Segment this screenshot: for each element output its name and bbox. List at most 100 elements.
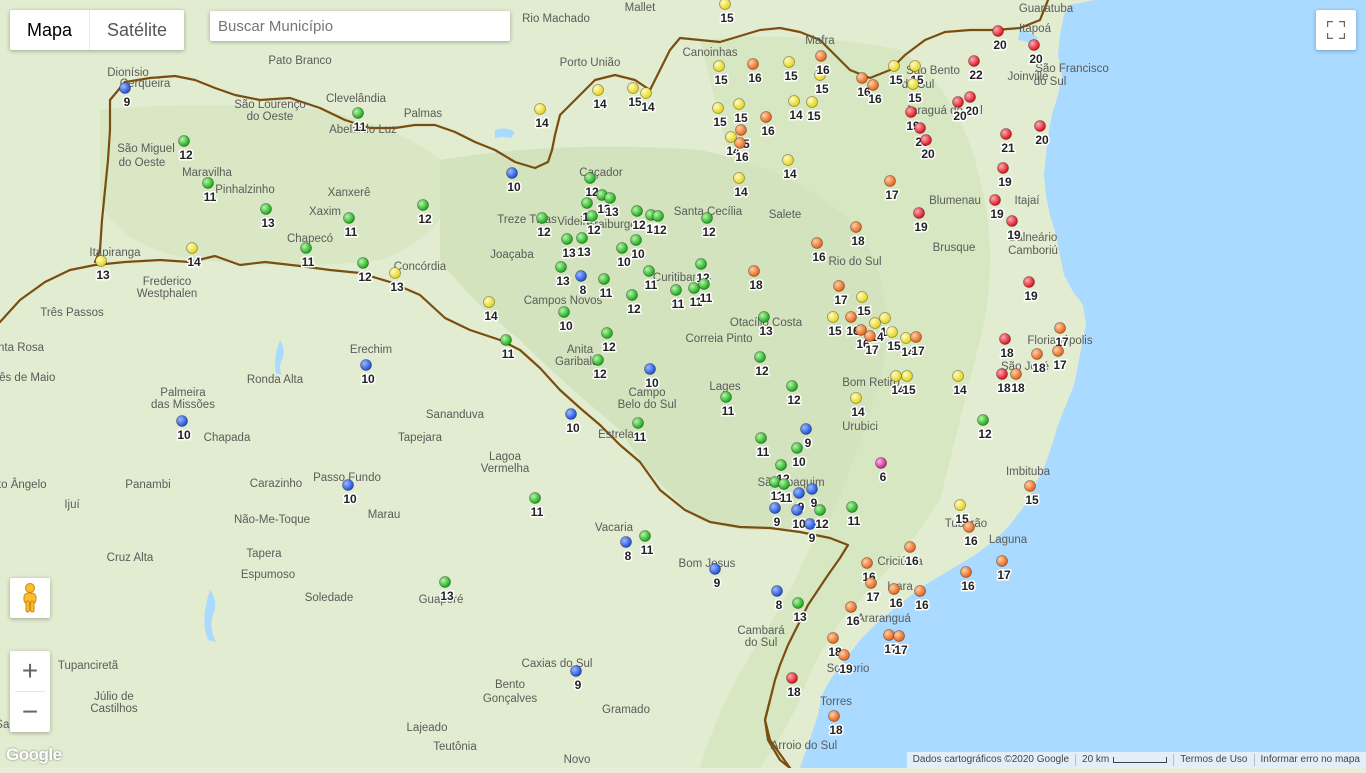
station-dot-green[interactable] xyxy=(755,352,766,363)
station-dot-orange[interactable] xyxy=(828,633,839,644)
station-dot-red[interactable] xyxy=(1035,121,1046,132)
station-dot-green[interactable] xyxy=(847,502,858,513)
station-dot-orange[interactable] xyxy=(885,176,896,187)
station-dot-orange[interactable] xyxy=(846,312,857,323)
station-dot-green[interactable] xyxy=(699,279,710,290)
station-dot-blue[interactable] xyxy=(792,505,803,516)
station-dot-green[interactable] xyxy=(721,392,732,403)
station-dot-green[interactable] xyxy=(261,204,272,215)
station-dot-green[interactable] xyxy=(627,290,638,301)
station-dot-green[interactable] xyxy=(203,178,214,189)
station-dot-yellow[interactable] xyxy=(828,312,839,323)
station-dot-orange[interactable] xyxy=(905,542,916,553)
station-dot-green[interactable] xyxy=(344,213,355,224)
station-dot-green[interactable] xyxy=(599,274,610,285)
station-dot-yellow[interactable] xyxy=(734,99,745,110)
station-dot-red[interactable] xyxy=(906,107,917,118)
station-dot-green[interactable] xyxy=(696,259,707,270)
station-dot-green[interactable] xyxy=(776,460,787,471)
station-dot-orange[interactable] xyxy=(1032,349,1043,360)
station-dot-orange[interactable] xyxy=(748,59,759,70)
station-dot-blue[interactable] xyxy=(576,271,587,282)
station-dot-green[interactable] xyxy=(587,211,598,222)
station-dot-red[interactable] xyxy=(993,26,1004,37)
station-dot-yellow[interactable] xyxy=(908,79,919,90)
scale-control[interactable]: 20 km xyxy=(1076,752,1173,768)
station-dot-yellow[interactable] xyxy=(641,88,652,99)
station-dot-yellow[interactable] xyxy=(880,313,891,324)
station-dot-yellow[interactable] xyxy=(784,57,795,68)
station-dot-red[interactable] xyxy=(1007,216,1018,227)
station-dot-blue[interactable] xyxy=(621,537,632,548)
station-dot-orange[interactable] xyxy=(846,602,857,613)
station-dot-orange[interactable] xyxy=(829,711,840,722)
station-dot-green[interactable] xyxy=(631,235,642,246)
station-dot-orange[interactable] xyxy=(889,584,900,595)
station-dot-yellow[interactable] xyxy=(628,83,639,94)
station-dot-orange[interactable] xyxy=(868,80,879,91)
station-dot-orange[interactable] xyxy=(812,238,823,249)
street-view-button[interactable] xyxy=(10,578,50,618)
station-dot-red[interactable] xyxy=(787,673,798,684)
station-dot-red[interactable] xyxy=(1000,334,1011,345)
station-dot-green[interactable] xyxy=(605,193,616,204)
station-dot-green[interactable] xyxy=(577,233,588,244)
station-dot-yellow[interactable] xyxy=(187,243,198,254)
station-dot-green[interactable] xyxy=(582,198,593,209)
station-dot-green[interactable] xyxy=(556,262,567,273)
station-dot-green[interactable] xyxy=(418,200,429,211)
station-dot-blue[interactable] xyxy=(794,488,805,499)
station-dot-orange[interactable] xyxy=(1053,346,1064,357)
station-dot-orange[interactable] xyxy=(736,125,747,136)
station-dot-green[interactable] xyxy=(644,266,655,277)
station-dot-green[interactable] xyxy=(632,206,643,217)
station-dot-orange[interactable] xyxy=(997,556,1008,567)
station-dot-yellow[interactable] xyxy=(902,371,913,382)
station-dot-green[interactable] xyxy=(602,328,613,339)
station-dot-yellow[interactable] xyxy=(390,268,401,279)
station-dot-yellow[interactable] xyxy=(593,85,604,96)
station-dot-red[interactable] xyxy=(1024,277,1035,288)
station-dot-yellow[interactable] xyxy=(789,96,800,107)
station-dot-orange[interactable] xyxy=(964,522,975,533)
station-dot-red[interactable] xyxy=(969,56,980,67)
station-dot-green[interactable] xyxy=(633,418,644,429)
map-data-attribution[interactable]: Dados cartográficos ©2020 Google xyxy=(907,752,1075,768)
station-dot-green[interactable] xyxy=(617,243,628,254)
station-dot-green[interactable] xyxy=(501,335,512,346)
station-dot-orange[interactable] xyxy=(735,138,746,149)
station-dot-green[interactable] xyxy=(593,355,604,366)
station-dot-green[interactable] xyxy=(653,211,664,222)
station-dot-green[interactable] xyxy=(756,433,767,444)
station-dot-green[interactable] xyxy=(759,312,770,323)
station-dot-red[interactable] xyxy=(915,123,926,134)
station-dot-orange[interactable] xyxy=(851,222,862,233)
zoom-out-button[interactable]: − xyxy=(10,692,50,732)
station-dot-yellow[interactable] xyxy=(851,393,862,404)
station-dot-orange[interactable] xyxy=(761,112,772,123)
station-dot-red[interactable] xyxy=(914,208,925,219)
station-dot-green[interactable] xyxy=(530,493,541,504)
station-dot-green[interactable] xyxy=(562,234,573,245)
station-dot-green[interactable] xyxy=(179,136,190,147)
station-dot-green[interactable] xyxy=(353,108,364,119)
station-dot-orange[interactable] xyxy=(915,586,926,597)
station-dot-blue[interactable] xyxy=(361,360,372,371)
station-dot-orange[interactable] xyxy=(862,558,873,569)
station-dot-yellow[interactable] xyxy=(535,104,546,115)
station-dot-yellow[interactable] xyxy=(783,155,794,166)
station-dot-orange[interactable] xyxy=(834,281,845,292)
station-dot-green[interactable] xyxy=(440,577,451,588)
station-dot-orange[interactable] xyxy=(961,567,972,578)
google-logo[interactable]: Google xyxy=(6,745,62,765)
station-dot-green[interactable] xyxy=(978,415,989,426)
fullscreen-button[interactable] xyxy=(1316,10,1356,50)
station-dot-green[interactable] xyxy=(815,505,826,516)
station-dot-green[interactable] xyxy=(537,213,548,224)
station-dot-green[interactable] xyxy=(792,443,803,454)
station-dot-yellow[interactable] xyxy=(96,256,107,267)
station-dot-green[interactable] xyxy=(671,285,682,296)
station-dot-blue[interactable] xyxy=(177,416,188,427)
station-dot-orange[interactable] xyxy=(1055,323,1066,334)
station-dot-yellow[interactable] xyxy=(889,61,900,72)
